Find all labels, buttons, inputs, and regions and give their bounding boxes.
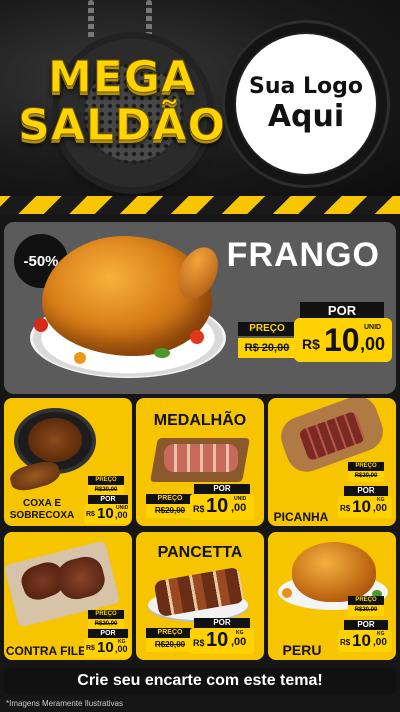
roast-turkey-image <box>292 542 376 602</box>
product-name: CONTRA FILE <box>5 644 87 658</box>
chain-left <box>88 0 94 40</box>
orange-garnish <box>282 588 292 598</box>
feature-offer[interactable]: -50% FRANGO POR PREÇO R$ 20,00 R$ 10 ,00… <box>4 222 396 394</box>
product-name: MEDALHÃO <box>153 412 247 429</box>
new-price: R$ 10 ,00 UNID <box>294 318 392 362</box>
por-label: POR <box>88 629 128 638</box>
feature-title: FRANGO <box>226 236 380 274</box>
old-price: R$20,00 <box>88 619 124 629</box>
old-price: R$20,00 <box>146 504 194 518</box>
old-price: R$ 20,00 <box>238 338 296 358</box>
product-card-peru[interactable]: PERU PREÇO R$20,00 POR R$ 10 ,00 KG <box>268 532 396 660</box>
product-card-medalhao[interactable]: MEDALHÃO PREÇO R$20,00 POR R$ 10 ,00 UNI… <box>136 398 264 526</box>
por-label: POR <box>344 486 388 496</box>
new-price: R$ 10 ,00 KG <box>338 630 392 652</box>
new-price: R$ 10 ,00 KG <box>190 628 254 654</box>
hazard-stripe <box>0 196 400 214</box>
preco-label: PREÇO <box>238 322 296 336</box>
preco-label: PREÇO <box>348 462 384 471</box>
product-name: COXA E SOBRECOXA <box>9 498 75 521</box>
drumstick-image <box>7 457 63 495</box>
pepper-garnish <box>74 352 86 364</box>
title-line-1: MEGA <box>47 52 196 104</box>
preco-label: PREÇO <box>348 596 384 605</box>
product-card-pancetta[interactable]: PANCETTA PREÇO R$20,00 POR R$ 10 ,00 KG <box>136 532 264 660</box>
new-price: R$ 10 ,00 KG <box>84 638 130 658</box>
tomato-garnish <box>34 318 48 332</box>
new-price: R$ 10 ,00 KG <box>338 496 392 518</box>
new-price: R$ 10 ,00 UNID <box>190 494 254 520</box>
old-price: R$20,00 <box>88 485 124 495</box>
product-name: PERU <box>282 642 322 658</box>
old-price: R$20,00 <box>348 471 384 482</box>
old-price: R$20,00 <box>348 605 384 616</box>
new-price: R$ 10 ,00 UNID <box>84 504 130 524</box>
product-card-contra-file[interactable]: CONTRA FILE PREÇO R$20,00 POR R$ 10 ,00 … <box>4 532 132 660</box>
preco-label: PREÇO <box>146 628 194 638</box>
chain-right <box>146 0 152 40</box>
header-banner: MEGA SALDÃO Sua Logo Aqui <box>0 0 400 196</box>
por-label: POR <box>194 618 250 628</box>
preco-label: PREÇO <box>88 610 124 619</box>
product-name: PANCETTA <box>157 544 243 561</box>
por-label: POR <box>344 620 388 630</box>
tomato-garnish <box>190 330 204 344</box>
medallion-skewers-image <box>164 444 238 472</box>
por-label: POR <box>88 495 128 504</box>
product-name: PICANHA <box>273 510 329 524</box>
chicken-thigh-image <box>28 418 82 462</box>
cta-banner[interactable]: Crie seu encarte com este tema! <box>4 668 396 694</box>
por-label: POR <box>194 484 250 494</box>
herb-garnish <box>154 348 170 358</box>
preco-label: PREÇO <box>88 476 124 485</box>
logo-placeholder[interactable]: Sua Logo Aqui <box>236 34 376 174</box>
product-card-picanha[interactable]: PICANHA PREÇO R$20,00 POR R$ 10 ,00 KG <box>268 398 396 526</box>
logo-text-2: Aqui <box>267 99 345 134</box>
preco-label: PREÇO <box>146 494 194 504</box>
disclaimer-text: *Imagens Meramente Ilustrativas <box>6 699 123 708</box>
old-price: R$20,00 <box>146 638 194 652</box>
product-card-coxa[interactable]: COXA E SOBRECOXA PREÇO R$20,00 POR R$ 10 … <box>4 398 132 526</box>
title-line-2: SALDÃO <box>18 100 226 152</box>
logo-text-1: Sua Logo <box>248 74 363 99</box>
